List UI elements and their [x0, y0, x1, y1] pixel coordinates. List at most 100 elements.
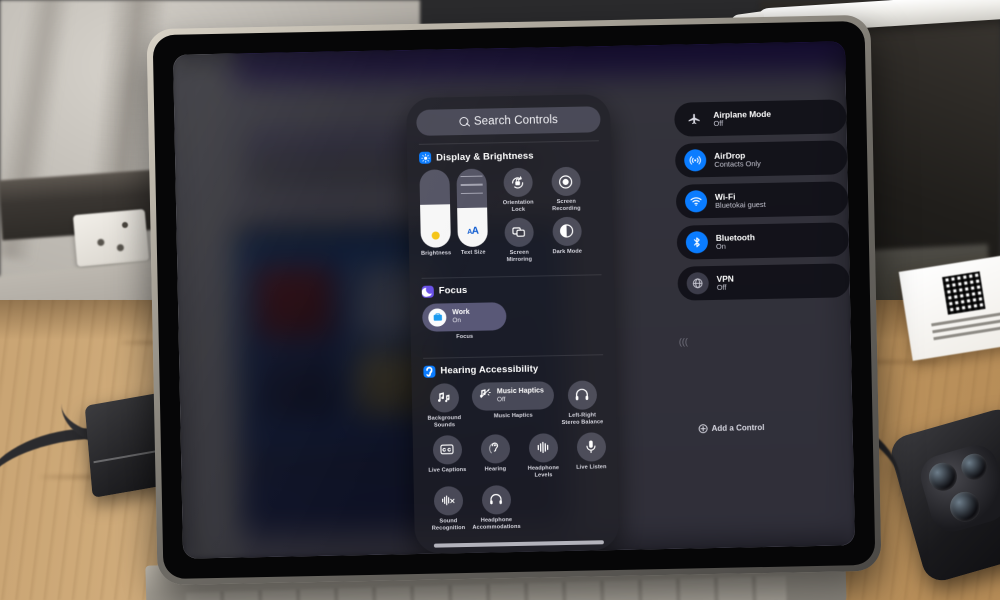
connectivity-module: Airplane Mode Off AirDrop Contacts Only — [674, 99, 851, 301]
connectivity-row-bluetooth[interactable]: Bluetooth On — [676, 222, 850, 260]
divider — [423, 354, 604, 359]
search-placeholder: Search Controls — [473, 114, 559, 128]
sun-icon — [421, 231, 451, 240]
connectivity-status: Off — [716, 282, 727, 292]
add-control-label: Add a Control — [711, 422, 765, 434]
wifi-icon — [684, 190, 708, 213]
hearing-row-primary: Background Sounds Music Haptics Off Musi… — [420, 380, 609, 430]
dark-mode-icon — [552, 216, 582, 247]
focus-work-tile[interactable]: Work On — [422, 302, 507, 332]
hearing-button-grid: Live Captions Hearing Headphone Levels L… — [421, 426, 611, 533]
connectivity-row-airplane-mode[interactable]: Airplane Mode Off — [674, 99, 847, 137]
screen-mirroring-label: Screen Mirroring — [506, 249, 533, 264]
text-size-slider[interactable]: AA — [456, 168, 489, 248]
connectivity-text: Airplane Mode Off — [713, 108, 771, 128]
headphones-icon — [567, 380, 597, 410]
divider — [418, 140, 599, 145]
dark-mode-label: Dark Mode — [552, 248, 583, 256]
connectivity-row-airdrop[interactable]: AirDrop Contacts Only — [674, 140, 848, 178]
music-haptics-tile-wrap: Music Haptics Off Music Haptics — [470, 381, 557, 421]
screen-reflection-artifact: ((( — [678, 336, 688, 347]
connectivity-row-vpn[interactable]: VPN Off — [677, 263, 851, 301]
text-size-ticks — [457, 169, 488, 202]
headphone-levels-label: Headphone Levels — [527, 465, 560, 479]
music-haptics-name: Music Haptics — [496, 387, 544, 396]
live-listen-label: Live Listen — [576, 464, 607, 471]
connectivity-text: Wi-Fi Bluetokai guest — [715, 190, 766, 210]
section-title: Hearing Accessibility — [440, 363, 539, 377]
section-title: Display & Brightness — [436, 150, 534, 164]
background-sounds-button[interactable]: Background Sounds — [423, 383, 466, 430]
headphone-accommodations-icon — [481, 484, 511, 515]
headphone-accommodations-button[interactable]: Headphone Accommodations — [472, 484, 521, 532]
screen-recording-button[interactable]: Screen Recording — [545, 166, 588, 214]
camera-lens — [946, 488, 984, 526]
focus-state: On — [452, 317, 462, 325]
hearing-button[interactable]: Hearing — [472, 434, 519, 481]
headphone-levels-icon — [528, 433, 558, 463]
live-captions-label: Live Captions — [428, 466, 467, 474]
screen-recording-label: Screen Recording — [552, 198, 581, 213]
wall-outlet — [72, 208, 150, 268]
headphone-levels-button[interactable]: Headphone Levels — [520, 433, 567, 480]
stereo-balance-button[interactable]: Left-Right Stereo Balance — [561, 380, 604, 427]
add-control-button[interactable]: Add a Control — [698, 422, 765, 434]
background-sounds-label: Background Sounds — [427, 415, 462, 429]
background-sounds-icon — [429, 383, 459, 413]
tablet-bezel: Search Controls Display & Brightness Bri… — [146, 14, 882, 586]
brightness-icon — [419, 151, 432, 164]
connectivity-status: Off — [713, 118, 724, 128]
orientation-lock-label: Orientation Lock — [502, 199, 534, 214]
airplane-icon — [683, 108, 705, 130]
orientation-lock-button[interactable]: Orientation Lock — [497, 167, 540, 214]
control-center-panel: Search Controls Display & Brightness Bri… — [405, 94, 620, 555]
music-haptics-tile[interactable]: Music Haptics Off — [471, 381, 555, 411]
music-haptics-state: Off — [496, 396, 506, 404]
sound-recognition-label: Sound Recognition — [431, 518, 466, 532]
live-listen-button[interactable]: Live Listen — [568, 432, 615, 479]
briefcase-icon — [428, 308, 447, 327]
focus-name: Work — [452, 309, 470, 317]
connectivity-row-wifi[interactable]: Wi-Fi Bluetokai guest — [675, 181, 849, 219]
focus-text: Work On — [452, 309, 470, 325]
ear-icon — [480, 434, 510, 464]
dark-mode-button[interactable]: Dark Mode — [546, 216, 589, 263]
connectivity-status: On — [715, 241, 726, 251]
stereo-balance-label: Left-Right Stereo Balance — [561, 412, 604, 426]
text-size-label: Text Size — [460, 249, 486, 257]
sound-recognition-button[interactable]: Sound Recognition — [425, 485, 472, 533]
brightness-label: Brightness — [420, 250, 452, 257]
qr-code-icon — [942, 271, 986, 315]
focus-tile-wrap: Work On Focus — [418, 302, 511, 342]
text-size-slider-fill: AA — [457, 207, 489, 248]
camera-bump — [915, 440, 1000, 537]
connectivity-status: Bluetokai guest — [715, 199, 766, 210]
divider — [421, 274, 602, 279]
live-captions-button[interactable]: Live Captions — [424, 434, 471, 482]
moon-icon — [421, 285, 434, 298]
brightness-slider[interactable] — [419, 169, 452, 248]
qr-card — [898, 253, 1000, 361]
search-icon — [459, 117, 469, 127]
connectivity-status: Contacts Only — [714, 158, 761, 169]
outlet-screw — [122, 222, 128, 228]
connectivity-text: AirDrop Contacts Only — [714, 150, 761, 170]
brightness-slider-wrap: Brightness — [419, 169, 451, 266]
bluetooth-icon — [685, 231, 709, 254]
vpn-icon — [686, 272, 709, 295]
airdrop-icon — [684, 149, 707, 172]
record-icon — [551, 166, 581, 197]
music-haptics-caption: Music Haptics — [493, 412, 533, 420]
photo-scene: Search Controls Display & Brightness Bri… — [0, 0, 1000, 600]
ear-accessibility-icon — [423, 365, 436, 378]
screen-mirroring-button[interactable]: Screen Mirroring — [498, 217, 541, 264]
sound-recognition-icon — [433, 485, 463, 516]
display-brightness-controls: Brightness AA Text Size Orientation Lock… — [415, 166, 605, 266]
search-input[interactable]: Search Controls — [416, 106, 601, 136]
section-header-focus: Focus — [418, 280, 606, 304]
section-title: Focus — [438, 285, 468, 297]
aa-icon: AA — [467, 225, 479, 237]
tablet-device: Search Controls Display & Brightness Bri… — [146, 0, 1000, 586]
rotation-lock-icon — [503, 167, 533, 198]
music-haptics-text: Music Haptics Off — [497, 388, 544, 404]
